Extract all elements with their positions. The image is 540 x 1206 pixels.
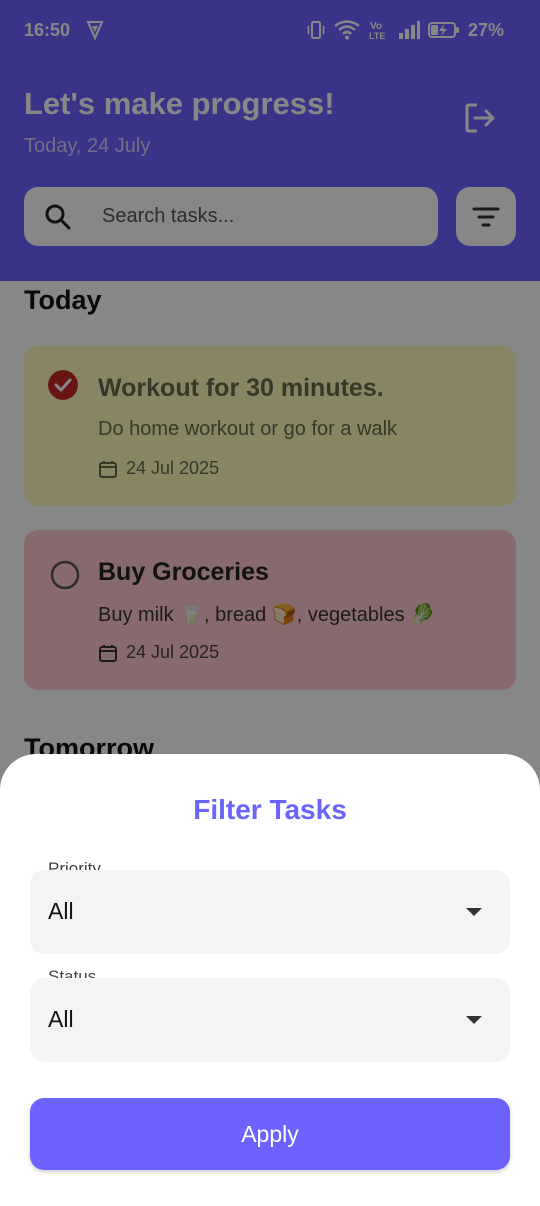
priority-value: All [48, 898, 74, 924]
dropdown-arrow-icon [466, 1016, 482, 1024]
app-screen: 16:50 Vo LTE 27% Let's make progress! To… [0, 0, 540, 1206]
status-dropdown[interactable]: All [30, 978, 510, 1062]
dropdown-arrow-icon [466, 908, 482, 916]
status-value: All [48, 1006, 74, 1032]
priority-dropdown[interactable]: All [30, 870, 510, 954]
apply-button[interactable]: Apply [30, 1098, 510, 1170]
filter-bottom-sheet: Filter Tasks Priority All Status All App… [0, 754, 540, 1206]
sheet-title: Filter Tasks [193, 794, 347, 825]
